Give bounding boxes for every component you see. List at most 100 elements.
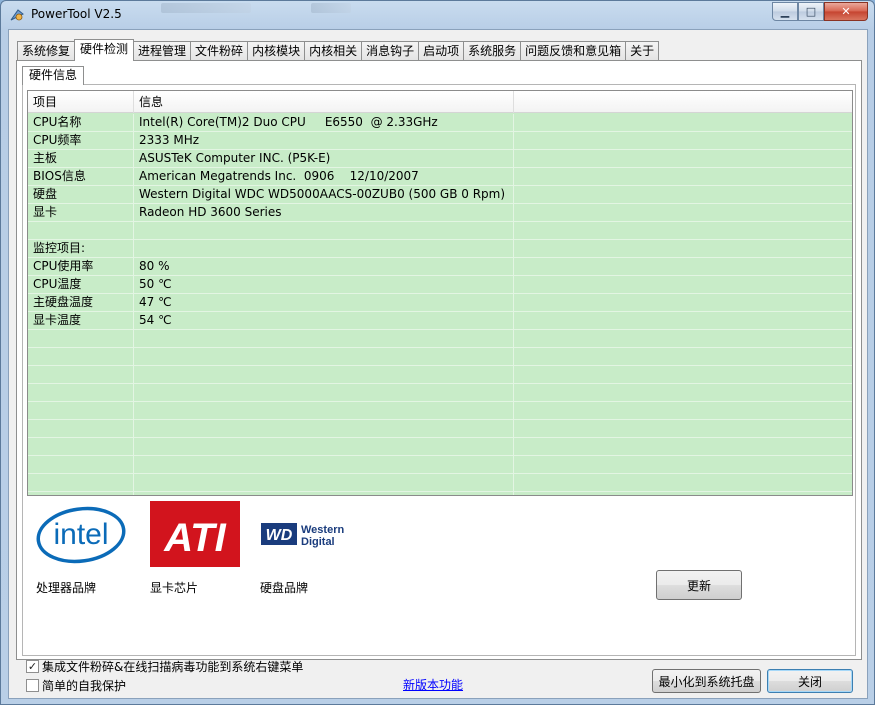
table-cell-info: Western Digital WDC WD5000AACS-00ZUB0 (5… (139, 187, 506, 201)
column-header-empty[interactable] (514, 91, 852, 113)
table-cell-item (28, 384, 134, 402)
table-cell-item: CPU频率 (33, 133, 82, 147)
table-cell-info (134, 456, 514, 474)
table-row[interactable]: 显卡温度 54 ℃ (28, 312, 852, 330)
table-row[interactable] (28, 456, 852, 474)
table-row[interactable] (28, 348, 852, 366)
self-protect-label: 简单的自我保护 (42, 679, 127, 693)
tab-file-shredder[interactable]: 文件粉碎 (190, 41, 249, 61)
table-row[interactable]: CPU使用率 80 % (28, 258, 852, 276)
wd-logo-western: Western (301, 524, 344, 536)
table-cell-item: 显卡 (33, 205, 58, 219)
table-cell-item (28, 330, 134, 348)
table-row[interactable]: BIOS信息 American Megatrends Inc. 0906 12/1… (28, 168, 852, 186)
table-cell-item: CPU名称 (33, 115, 82, 129)
table-cell-info (134, 438, 514, 456)
table-cell-item (28, 402, 134, 420)
table-row[interactable] (28, 438, 852, 456)
column-header-info[interactable]: 信息 (134, 91, 514, 113)
maximize-button[interactable]: □ (798, 2, 824, 21)
table-row[interactable]: 主硬盘温度 47 ℃ (28, 294, 852, 312)
table-cell-info: Intel(R) Core(TM)2 Duo CPU E6550 @ 2.33G… (139, 115, 438, 129)
table-cell-info (134, 330, 514, 348)
gpu-brand-label: 显卡芯片 (150, 581, 199, 595)
tab-kernel-modules[interactable]: 内核模块 (247, 41, 306, 61)
integrate-menu-label: 集成文件粉碎&在线扫描病毒功能到系统右键菜单 (42, 660, 304, 674)
hardware-tab-panel: 硬件信息 项目 信息 CPU名称 Intel(R) Core(TM)2 Duo C… (16, 60, 862, 660)
table-cell-item (28, 222, 134, 240)
table-row[interactable]: 主板 ASUSTeK Computer INC. (P5K-E) (28, 150, 852, 168)
table-cell-info (134, 366, 514, 384)
tab-hardware-info[interactable]: 硬件信息 (22, 66, 85, 85)
tab-kernel-related[interactable]: 内核相关 (304, 41, 363, 61)
intel-logo-text: intel (53, 518, 108, 551)
tab-startup-items[interactable]: 启动项 (418, 41, 465, 61)
refresh-button[interactable]: 更新 (656, 570, 742, 600)
table-body: CPU名称 Intel(R) Core(TM)2 Duo CPU E6550 @ … (28, 114, 852, 492)
table-cell-item: 硬盘 (33, 187, 58, 201)
table-cell-item: 监控项目: (33, 241, 86, 255)
tab-process-manager[interactable]: 进程管理 (133, 41, 192, 61)
integrate-menu-checkbox[interactable]: ✓ (26, 660, 39, 673)
tab-about[interactable]: 关于 (625, 41, 660, 61)
tab-feedback[interactable]: 问题反馈和意见箱 (520, 41, 627, 61)
disk-brand: WD Western Digital 硬盘品牌 (258, 499, 354, 596)
self-protect-checkbox[interactable] (26, 679, 39, 692)
tab-system-services[interactable]: 系统服务 (463, 41, 522, 61)
ati-logo-icon: ATI (148, 499, 242, 569)
table-row[interactable]: 监控项目: (28, 240, 852, 258)
table-row[interactable] (28, 420, 852, 438)
table-cell-info (134, 222, 514, 240)
table-cell-info (134, 402, 514, 420)
table-cell-info: Radeon HD 3600 Series (139, 205, 282, 219)
table-cell-info: ASUSTeK Computer INC. (P5K-E) (139, 151, 331, 165)
table-row[interactable]: CPU温度 50 ℃ (28, 276, 852, 294)
table-cell-info (134, 240, 514, 258)
table-cell-item (28, 420, 134, 438)
table-row[interactable] (28, 384, 852, 402)
table-row[interactable] (28, 222, 852, 240)
table-row[interactable] (28, 366, 852, 384)
table-row[interactable] (28, 474, 852, 492)
hardware-info-table[interactable]: 项目 信息 CPU名称 Intel(R) Core(TM)2 Duo CPU E6… (27, 90, 853, 496)
tab-system-repair[interactable]: 系统修复 (17, 41, 76, 61)
table-header: 项目 信息 (28, 91, 852, 113)
table-row[interactable]: 硬盘 Western Digital WDC WD5000AACS-00ZUB0 … (28, 186, 852, 204)
ati-logo-text: ATI (163, 516, 226, 560)
close-button[interactable]: 关闭 (767, 669, 853, 693)
table-cell-info: 50 ℃ (139, 277, 172, 291)
table-cell-item (28, 456, 134, 474)
cpu-brand: intel 处理器品牌 (34, 499, 130, 596)
table-cell-info (134, 420, 514, 438)
table-cell-info (134, 384, 514, 402)
client-area: 系统修复 硬件检测 进程管理 文件粉碎 内核模块 内核相关 消息钩子 启动项 系… (8, 29, 868, 699)
table-cell-item: CPU使用率 (33, 259, 94, 273)
main-tab-strip: 系统修复 硬件检测 进程管理 文件粉碎 内核模块 内核相关 消息钩子 启动项 系… (17, 39, 660, 61)
table-row[interactable]: CPU名称 Intel(R) Core(TM)2 Duo CPU E6550 @ … (28, 114, 852, 132)
table-cell-item: CPU温度 (33, 277, 82, 291)
self-protect-option[interactable]: 简单的自我保护 (26, 677, 126, 694)
table-row[interactable]: 显卡 Radeon HD 3600 Series (28, 204, 852, 222)
tab-hardware-detect[interactable]: 硬件检测 (74, 39, 135, 61)
table-cell-item (28, 348, 134, 366)
table-cell-item (28, 474, 134, 492)
table-cell-item (28, 438, 134, 456)
table-row[interactable]: CPU频率 2333 MHz (28, 132, 852, 150)
window-title: PowerTool V2.5 (31, 7, 122, 21)
table-cell-info: 2333 MHz (139, 133, 200, 147)
column-header-item[interactable]: 项目 (28, 91, 134, 113)
table-cell-info: 54 ℃ (139, 313, 172, 327)
table-cell-item: 主硬盘温度 (33, 295, 94, 309)
table-row[interactable] (28, 402, 852, 420)
close-window-button[interactable]: ✕ (824, 2, 868, 21)
title-bar[interactable]: PowerTool V2.5 ▁ □ ✕ (1, 1, 874, 29)
title-ghost-decoration (161, 3, 251, 13)
new-features-link[interactable]: 新版本功能 (403, 676, 463, 693)
table-cell-info (134, 348, 514, 366)
minimize-button[interactable]: ▁ (772, 2, 798, 21)
tab-message-hooks[interactable]: 消息钩子 (361, 41, 420, 61)
table-cell-info (134, 474, 514, 492)
minimize-to-tray-button[interactable]: 最小化到系统托盘 (652, 669, 761, 693)
table-row[interactable] (28, 330, 852, 348)
integrate-menu-option[interactable]: ✓ 集成文件粉碎&在线扫描病毒功能到系统右键菜单 (26, 658, 303, 675)
